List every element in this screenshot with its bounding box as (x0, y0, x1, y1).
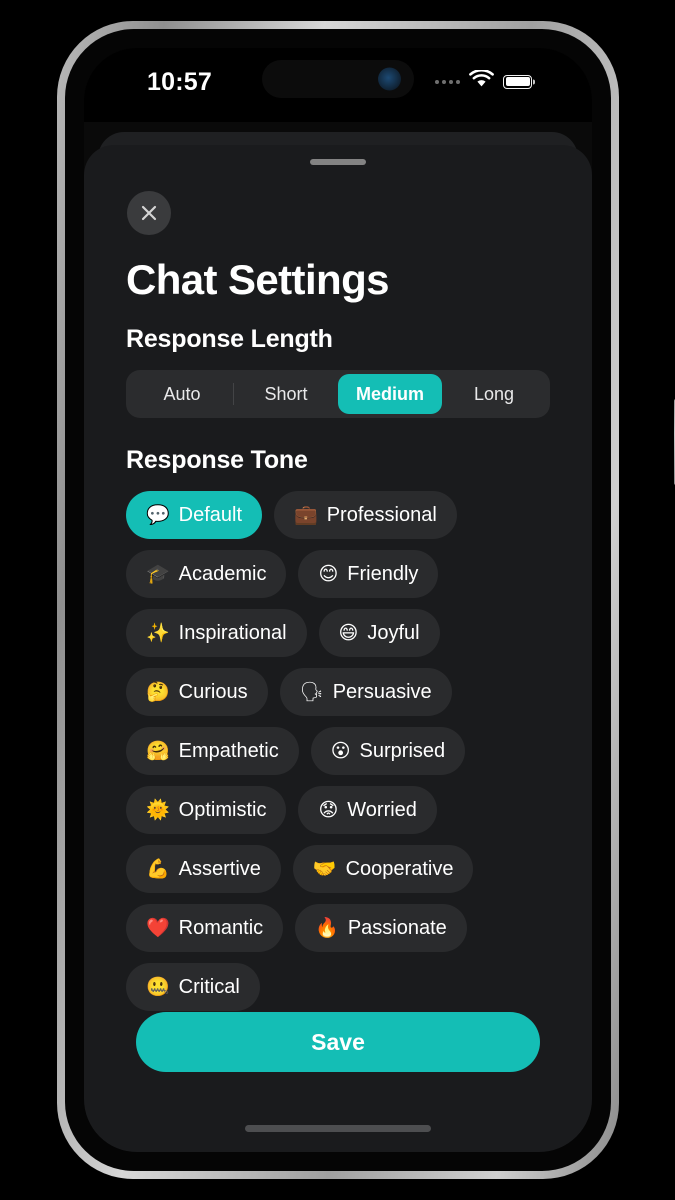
tone-emoji-icon: 😟 (318, 798, 339, 821)
status-bar-clock: 10:57 (147, 68, 212, 96)
tone-chip-label: Optimistic (178, 798, 267, 821)
tone-emoji-icon: 🤗 (146, 739, 170, 762)
tone-chip-label: Empathetic (178, 739, 279, 762)
phone-bezel: 10:57 Chat Settings Response Length Auto… (65, 29, 611, 1171)
tone-chip-label: Persuasive (332, 680, 432, 703)
response-tone-chip-group: 💬 Default 💼 Professional 🎓 Academic 😊 Friendly ✨… (126, 491, 550, 1011)
tone-emoji-icon: 🤔 (146, 680, 170, 703)
status-bar-indicators (435, 68, 532, 93)
tone-chip-label: Curious (178, 680, 248, 703)
wifi-icon (469, 68, 494, 93)
save-button[interactable]: Save (136, 1012, 540, 1072)
tone-chip-critical[interactable]: 🤐 Critical (126, 963, 260, 1011)
tone-emoji-icon: 🗣 (299, 680, 324, 703)
tone-chip-label: Inspirational (178, 621, 287, 644)
tone-chip-curious[interactable]: 🤔 Curious (126, 668, 268, 716)
tone-emoji-icon: ❤️ (146, 916, 170, 939)
tone-chip-assertive[interactable]: 💪 Assertive (126, 845, 281, 893)
tone-chip-label: Cooperative (345, 857, 454, 880)
tone-chip-label: Friendly (347, 562, 419, 585)
tone-emoji-icon: 🔥 (315, 916, 339, 939)
tone-emoji-icon: 😮 (330, 739, 351, 762)
dynamic-island (262, 60, 414, 98)
tone-emoji-icon: 😊 (318, 562, 339, 585)
phone-frame: 10:57 Chat Settings Response Length Auto… (57, 21, 675, 1179)
tone-chip-cooperative[interactable]: 🤝 Cooperative (292, 845, 474, 893)
tone-chip-surprised[interactable]: 😮 Surprised (310, 727, 466, 775)
tone-emoji-icon: 💬 (146, 503, 170, 526)
tone-chip-inspirational[interactable]: ✨ Inspirational (126, 609, 307, 657)
chat-settings-sheet: Chat Settings Response Length Auto Short M… (84, 145, 592, 1152)
settings-content: Response Length Auto Short Medium Long Resp… (126, 325, 550, 1011)
front-camera-icon (378, 67, 401, 91)
response-length-option-long[interactable]: Long (442, 374, 546, 414)
tone-chip-professional[interactable]: 💼 Professional (274, 491, 457, 539)
tone-chip-label: Professional (326, 503, 437, 526)
close-icon (139, 203, 159, 223)
tone-emoji-icon: ✨ (146, 621, 170, 644)
response-length-option-short[interactable]: Short (234, 374, 338, 414)
tone-chip-academic[interactable]: 🎓 Academic (126, 550, 287, 598)
page-title: Chat Settings (126, 256, 389, 303)
response-length-segmented-control[interactable]: Auto Short Medium Long (126, 370, 550, 418)
tone-emoji-icon: 💼 (294, 503, 318, 526)
tone-emoji-icon: 🤝 (312, 857, 337, 880)
tone-emoji-icon: 🌞 (146, 798, 170, 821)
tone-chip-passionate[interactable]: 🔥 Passionate (295, 904, 467, 952)
battery-full-icon (503, 74, 532, 89)
tone-chip-friendly[interactable]: 😊 Friendly (298, 550, 439, 598)
tone-emoji-icon: 🤐 (146, 975, 170, 998)
tone-chip-persuasive[interactable]: 🗣 Persuasive (279, 668, 452, 716)
tone-chip-optimistic[interactable]: 🌞 Optimistic (126, 786, 287, 834)
response-length-heading: Response Length (126, 325, 333, 353)
response-length-option-medium[interactable]: Medium (338, 374, 442, 414)
tone-chip-label: Worried (347, 798, 417, 821)
tone-chip-label: Academic (178, 562, 267, 585)
home-indicator[interactable] (245, 1125, 431, 1132)
tone-chip-label: Passionate (347, 916, 447, 939)
tone-chip-romantic[interactable]: ❤️ Romantic (126, 904, 284, 952)
signal-dots-icon (435, 79, 460, 84)
tone-chip-label: Surprised (359, 739, 446, 762)
tone-emoji-icon: 💪 (146, 857, 170, 880)
response-tone-heading: Response Tone (126, 446, 308, 474)
tone-chip-label: Romantic (178, 916, 264, 939)
screenshot-root: 10:57 Chat Settings Response Length Auto… (0, 0, 675, 1200)
tone-emoji-icon: 😄 (338, 621, 359, 644)
tone-chip-label: Critical (178, 975, 240, 998)
phone-screen: 10:57 Chat Settings Response Length Auto… (84, 48, 592, 1152)
status-bar: 10:57 (84, 48, 592, 122)
tone-chip-default[interactable]: 💬 Default (126, 491, 263, 539)
tone-emoji-icon: 🎓 (146, 562, 170, 585)
tone-chip-empathetic[interactable]: 🤗 Empathetic (126, 727, 299, 775)
response-length-option-auto[interactable]: Auto (130, 374, 234, 414)
sheet-grabber[interactable] (310, 159, 366, 165)
tone-chip-worried[interactable]: 😟 Worried (298, 786, 437, 834)
tone-chip-label: Joyful (367, 621, 420, 644)
close-button[interactable] (127, 191, 171, 235)
tone-chip-joyful[interactable]: 😄 Joyful (318, 609, 440, 657)
tone-chip-label: Assertive (178, 857, 261, 880)
tone-chip-label: Default (178, 503, 243, 526)
